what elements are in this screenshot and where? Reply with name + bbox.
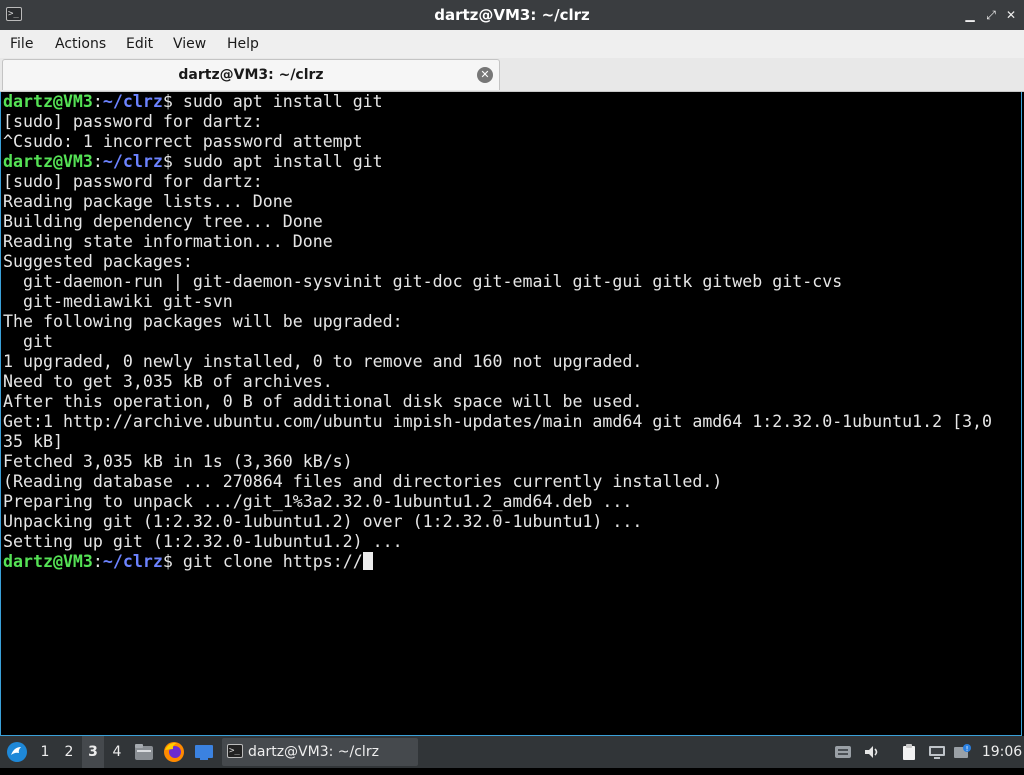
prompt-user: dartz@VM3: [3, 92, 93, 111]
taskbar-terminal-button[interactable]: >_ dartz@VM3: ~/clrz: [222, 738, 418, 766]
output-line: 35 kB]: [3, 432, 63, 451]
prompt-path: ~/clrz: [102, 552, 163, 571]
command-input[interactable]: git clone https://: [183, 552, 363, 571]
output-line: Setting up git (1:2.32.0-1ubuntu1.2) ...: [3, 532, 403, 551]
svg-text:!: !: [966, 745, 969, 753]
menu-bar: File Actions Edit View Help: [0, 30, 1024, 59]
output-line: git: [3, 332, 53, 351]
network-icon[interactable]: [928, 743, 946, 761]
workspace-2[interactable]: 2: [58, 736, 80, 768]
prompt-path: ~/clrz: [102, 152, 163, 171]
output-line: git-mediawiki git-svn: [3, 292, 233, 311]
update-notifier-icon[interactable]: !: [953, 743, 971, 761]
output-line: Reading state information... Done: [3, 232, 333, 251]
workspace-3[interactable]: 3: [82, 736, 104, 768]
menu-view[interactable]: View: [173, 30, 206, 58]
menu-actions[interactable]: Actions: [55, 30, 106, 58]
lubuntu-logo-icon[interactable]: [4, 736, 30, 768]
prompt-path: ~/clrz: [102, 92, 163, 111]
output-line: [sudo] password for dartz:: [3, 172, 263, 191]
output-line: Preparing to unpack .../git_1%3a2.32.0-1…: [3, 492, 633, 511]
output-line: ^Csudo: 1 incorrect password attempt: [3, 132, 363, 151]
firefox-icon[interactable]: [162, 736, 186, 768]
maximize-button[interactable]: ⤢: [984, 8, 998, 22]
output-line: Reading package lists... Done: [3, 192, 293, 211]
menu-edit[interactable]: Edit: [126, 30, 153, 58]
taskbar: 1 2 3 4 >_ dartz@VM3: ~/clrz ! 19:06: [0, 736, 1024, 768]
workspace-1[interactable]: 1: [34, 736, 56, 768]
close-button[interactable]: ✕: [1004, 8, 1018, 22]
output-line: 1 upgraded, 0 newly installed, 0 to remo…: [3, 352, 643, 371]
menu-file[interactable]: File: [10, 30, 33, 58]
output-line: Suggested packages:: [3, 252, 193, 271]
file-manager-icon[interactable]: [133, 736, 155, 768]
minimize-button[interactable]: ▁: [963, 8, 977, 22]
output-line: Building dependency tree... Done: [3, 212, 323, 231]
terminal-view[interactable]: dartz@VM3:~/clrz$ sudo apt install git [s…: [0, 92, 1022, 736]
output-line: After this operation, 0 B of additional …: [3, 392, 643, 411]
command-text: sudo apt install git: [182, 92, 383, 111]
command-text: sudo apt install git: [182, 152, 383, 171]
desktop-icon[interactable]: [192, 736, 216, 768]
output-line: Get:1 http://archive.ubuntu.com/ubuntu i…: [3, 412, 993, 431]
prompt-line: dartz@VM3:~/clrz$ git clone https://: [3, 552, 992, 572]
terminal-task-icon: >_: [227, 744, 243, 758]
clock[interactable]: 19:06: [980, 736, 1024, 768]
prompt-user: dartz@VM3: [3, 552, 93, 571]
output-line: [sudo] password for dartz:: [3, 112, 263, 131]
keyboard-icon[interactable]: [834, 743, 852, 761]
menu-help[interactable]: Help: [227, 30, 259, 58]
output-line: The following packages will be upgraded:: [3, 312, 403, 331]
prompt-line: dartz@VM3:~/clrz$ sudo apt install git: [3, 92, 383, 111]
clipboard-icon[interactable]: [900, 743, 918, 761]
taskbar-task-label: dartz@VM3: ~/clrz: [248, 744, 379, 760]
prompt-line: dartz@VM3:~/clrz$ sudo apt install git: [3, 152, 383, 171]
terminal-tab[interactable]: dartz@VM3: ~/clrz ✕: [2, 59, 500, 90]
output-line: Need to get 3,035 kB of archives.: [3, 372, 333, 391]
output-line: Fetched 3,035 kB in 1s (3,360 kB/s): [3, 452, 353, 471]
tab-label: dartz@VM3: ~/clrz: [178, 67, 324, 83]
terminal-output: dartz@VM3:~/clrz$ sudo apt install git [s…: [3, 92, 992, 572]
output-line: Unpacking git (1:2.32.0-1ubuntu1.2) over…: [3, 512, 643, 531]
tab-close-icon[interactable]: ✕: [477, 67, 493, 83]
window-titlebar[interactable]: >_ dartz@VM3: ~/clrz ▁ ⤢ ✕: [0, 0, 1024, 30]
volume-icon[interactable]: [863, 743, 881, 761]
output-line: (Reading database ... 270864 files and d…: [3, 472, 723, 491]
output-line: git-daemon-run | git-daemon-sysvinit git…: [3, 272, 843, 291]
window-title: dartz@VM3: ~/clrz: [434, 6, 590, 24]
tab-bar: dartz@VM3: ~/clrz ✕: [0, 58, 1024, 92]
workspace-4[interactable]: 4: [106, 736, 128, 768]
text-cursor: [362, 552, 373, 570]
prompt-user: dartz@VM3: [3, 152, 93, 171]
